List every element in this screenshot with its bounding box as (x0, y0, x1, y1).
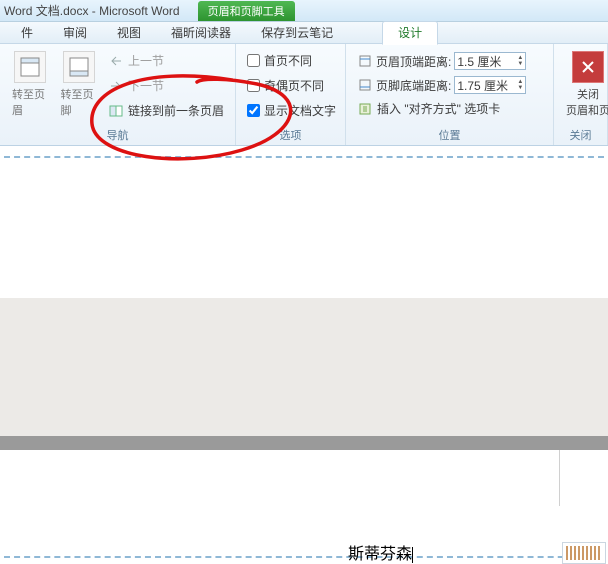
tab-file[interactable]: 件 (6, 22, 48, 44)
group-position: 页眉顶端距离: 1.5 厘米▲▼ 页脚底端距离: 1.75 厘米▲▼ 插入 "对… (346, 44, 554, 145)
header-text[interactable]: 斯蒂芬森 (348, 540, 413, 564)
ribbon-tabs: 件 审阅 视图 福昕阅读器 保存到云笔记 设计 (0, 22, 608, 44)
nav-thumbnail[interactable] (562, 542, 606, 564)
footer-icon (63, 51, 95, 83)
group-label-options: 选项 (242, 125, 339, 145)
page-2[interactable] (0, 450, 560, 506)
close-icon (572, 51, 604, 83)
group-close: 关闭 页眉和页 关闭 (554, 44, 608, 145)
header-distance-icon (357, 53, 373, 69)
doc-title: Word 文档.docx - Microsoft Word (4, 2, 180, 19)
insert-alignment-tab-button[interactable]: 插入 "对齐方式" 选项卡 (354, 99, 529, 118)
header-boundary-dash (4, 156, 604, 158)
group-label-position: 位置 (352, 125, 547, 145)
next-icon (108, 78, 124, 94)
tab-design[interactable]: 设计 (382, 21, 438, 45)
titlebar: Word 文档.docx - Microsoft Word 页眉和页脚工具 (0, 0, 608, 22)
spinner-arrows[interactable]: ▲▼ (517, 55, 523, 67)
link-icon (108, 103, 124, 119)
different-odd-even-checkbox[interactable]: 奇偶页不同 (244, 76, 339, 95)
close-header-footer-button[interactable]: 关闭 页眉和页 (560, 47, 608, 125)
goto-header-button[interactable]: 转至页眉 (6, 47, 54, 125)
footer-distance-spinner[interactable]: 页脚底端距离: 1.75 厘米▲▼ (354, 75, 529, 95)
page-gap (0, 298, 608, 438)
tab-foxit[interactable]: 福昕阅读器 (156, 22, 246, 44)
alignment-tab-icon (357, 101, 373, 117)
document-area[interactable]: 斯蒂芬森 (0, 146, 608, 506)
contextual-tools-label: 页眉和页脚工具 (198, 1, 295, 21)
header-distance-spinner[interactable]: 页眉顶端距离: 1.5 厘米▲▼ (354, 51, 529, 71)
header-icon (14, 51, 46, 83)
next-section-button[interactable]: 下一节 (105, 76, 227, 95)
tab-save-cloud[interactable]: 保存到云笔记 (246, 22, 348, 44)
group-label-close: 关闭 (560, 125, 601, 145)
prev-icon (108, 53, 124, 69)
prev-section-button[interactable]: 上一节 (105, 51, 227, 70)
link-to-previous-button[interactable]: 链接到前一条页眉 (105, 101, 227, 120)
group-navigation: 转至页眉 转至页脚 上一节 下一节 (0, 44, 236, 145)
ribbon: 转至页眉 转至页脚 上一节 下一节 (0, 44, 608, 146)
group-label-nav: 导航 (6, 125, 229, 145)
text-cursor (412, 547, 413, 563)
spinner-arrows[interactable]: ▲▼ (517, 79, 523, 91)
tab-review[interactable]: 审阅 (48, 22, 102, 44)
header-boundary-dash-2 (4, 556, 604, 558)
tab-view[interactable]: 视图 (102, 22, 156, 44)
different-first-page-checkbox[interactable]: 首页不同 (244, 51, 339, 70)
footer-distance-icon (357, 77, 373, 93)
group-options: 首页不同 奇偶页不同 显示文档文字 选项 (236, 44, 346, 145)
show-document-text-checkbox[interactable]: 显示文档文字 (244, 101, 339, 120)
page-break (0, 436, 608, 450)
goto-footer-button[interactable]: 转至页脚 (54, 47, 102, 125)
